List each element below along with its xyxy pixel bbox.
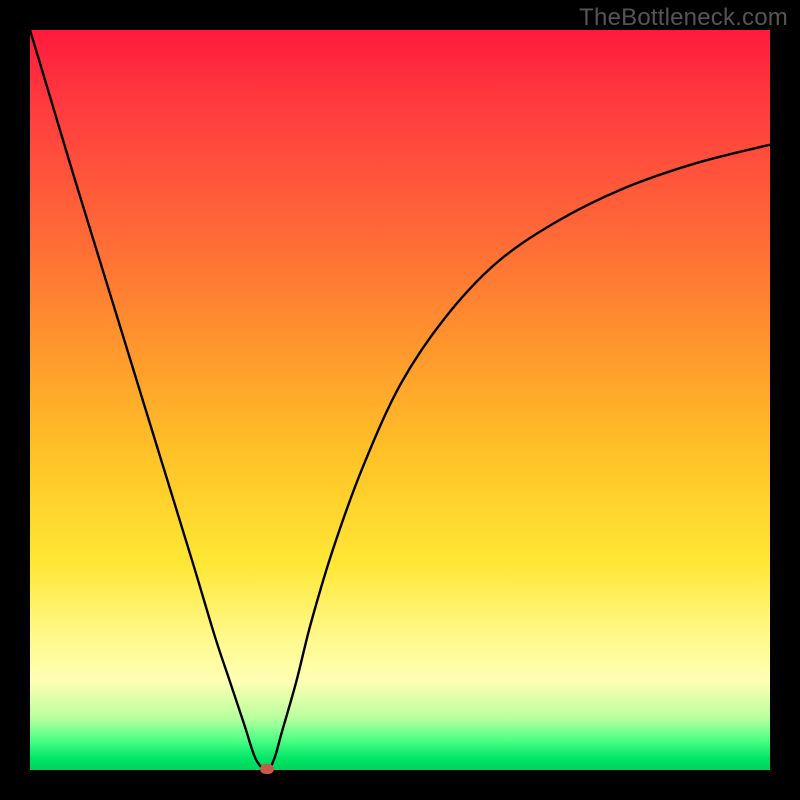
optimal-point-marker bbox=[260, 764, 274, 774]
plot-area bbox=[30, 30, 770, 770]
curve-path bbox=[30, 30, 770, 770]
chart-frame: TheBottleneck.com bbox=[0, 0, 800, 800]
bottleneck-curve bbox=[30, 30, 770, 770]
watermark-text: TheBottleneck.com bbox=[579, 4, 788, 32]
